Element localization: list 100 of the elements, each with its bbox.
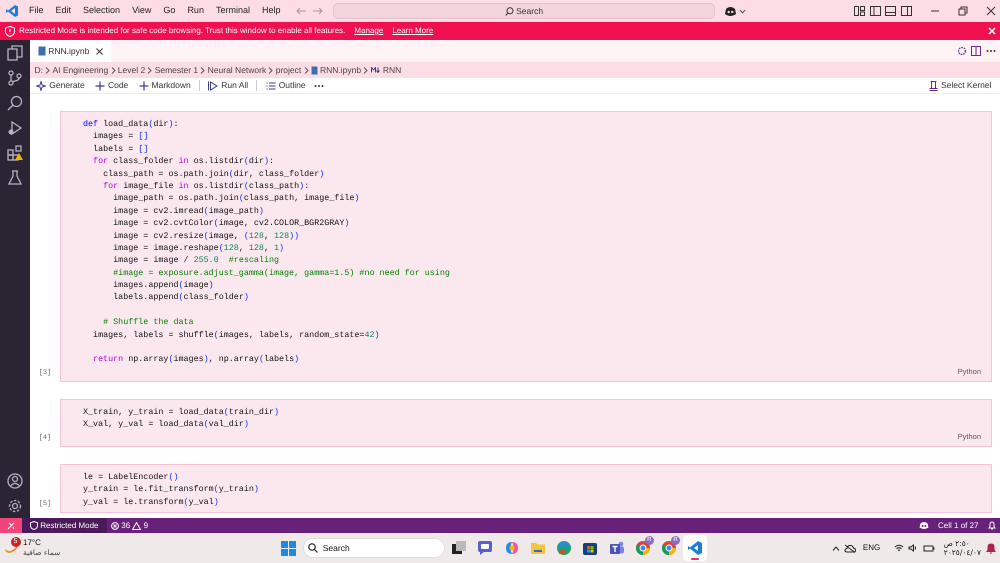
cloud-off-icon[interactable] [844,544,856,552]
temperature[interactable]: 17°C [23,538,60,548]
code-line: image = cv2.cvtColor(image, cv2.COLOR_BGR2GRAY) [112,217,350,230]
breadcrumb-item[interactable]: D: [34,64,43,76]
cell-position[interactable]: Cell 1 of 27 [938,520,978,532]
plus-icon [94,80,105,90]
teams-icon [608,539,626,557]
extensions-warning-icon[interactable] [7,144,23,160]
bell-icon[interactable] [988,521,996,530]
explorer-icon[interactable] [7,44,23,60]
breadcrumb-item[interactable]: RNN [382,64,402,76]
breadcrumb-item[interactable]: AI Engineering [52,64,108,76]
select-kernel-button[interactable]: Select Kernel [924,79,996,92]
wifi-icon[interactable] [894,544,904,552]
more-icon[interactable] [314,84,324,88]
account-icon[interactable] [7,472,23,488]
menu-item[interactable]: Terminal [210,4,256,18]
code-line: labels.append(class_folder) [112,291,250,304]
chat-icon [476,539,494,557]
command-center-search[interactable]: Search [332,3,715,19]
toolbar-button[interactable]: Markdown [134,79,195,92]
code-line: X_train, y_train = load_data(train_dir) [83,406,280,418]
restore-icon[interactable] [958,6,968,16]
code-line: y_train = le.fit_transform(y_train) [83,483,260,496]
split-editor-icon[interactable] [971,46,981,56]
code-cell[interactable] [60,111,992,382]
code-line: for class_folder in os.listdir(dir): [92,155,276,168]
notification-bell-icon[interactable] [986,542,996,554]
breadcrumb-item[interactable]: Semester 1 [154,64,198,76]
search-icon [308,543,318,553]
vscode-icon [686,539,704,557]
toolbar-button[interactable]: Generate [32,79,89,92]
copilot-icon[interactable] [919,521,930,530]
settings-icon[interactable] [7,498,23,514]
volume-icon[interactable] [908,544,918,552]
breadcrumb-item[interactable]: project [276,64,302,76]
search-icon [504,6,514,16]
flask-icon[interactable] [7,170,23,186]
chevron-down-icon[interactable] [739,8,746,14]
run-debug-icon[interactable] [7,120,23,136]
chevron-right-icon [363,66,368,74]
code-line: image = image.reshape(128, 128, 1) [112,242,286,254]
chrome-icon [660,539,678,557]
remote-button[interactable] [0,518,22,533]
menu-item[interactable]: Go [157,4,182,18]
code-line: for image_file in os.listdir(class_path): [102,180,310,192]
breadcrumb-item[interactable]: Neural Network [208,64,266,76]
chevron-right-icon [110,66,116,74]
taskbar-search[interactable]: Search [302,538,445,558]
settings-icon[interactable] [956,46,966,56]
breadcrumb-item[interactable]: RNN.ipynb [320,64,362,76]
customize-layout-icon[interactable] [854,6,865,16]
search-icon[interactable] [7,94,23,110]
toolbar-button[interactable]: Outline [262,79,310,92]
code-line: X_val, y_val = load_data(val_dir) [83,418,250,431]
code-cell[interactable]: le = LabelEncoder() y_train = le.fit_transform(y_train) y_val = le.transform(y_val) [60,464,992,514]
code-line: # Shuffle the data [102,316,195,329]
code-line: image = cv2.imread(image_path) [112,204,265,218]
editor-tab[interactable]: RNN.ipynb [30,40,112,62]
browser-icon [555,539,573,557]
toolbar-button[interactable]: Run All [204,79,252,92]
copilot-icon[interactable] [724,6,737,16]
kernel-icon [928,80,938,90]
chevron-up-icon[interactable] [832,546,840,550]
input-language[interactable]: ENG [862,542,880,554]
chrome-icon [634,539,652,557]
warning-icon [132,522,142,530]
menu-item[interactable]: View [126,4,158,18]
list-icon [266,80,276,90]
code-line: class_path = os.path.join(dir, class_folder) [102,168,326,180]
error-icon [111,522,119,530]
code-line: image_path = os.path.join(class_path, image_file) [112,192,360,205]
menu-item[interactable]: Selection [77,4,126,18]
toolbar-button[interactable]: Code [90,79,132,92]
restricted-mode-button[interactable]: Restricted Mode [22,518,106,533]
chevron-right-icon [304,66,308,74]
banner-link[interactable]: Learn More [392,25,434,37]
menu-item[interactable]: Help [256,4,286,18]
panel-toggle-icon[interactable] [885,6,896,16]
sidebar-toggle-icon[interactable] [870,6,880,16]
menu-item[interactable]: Run [181,4,210,18]
chevron-right-icon [45,66,50,74]
breadcrumb-item[interactable]: Level 2 [118,64,146,76]
code-line: images.append(image) [112,279,215,292]
menu-item[interactable]: Edit [50,4,78,18]
more-icon[interactable] [986,49,996,53]
close-icon[interactable] [986,6,996,16]
battery-icon[interactable] [922,544,935,552]
menu-item[interactable]: File [23,4,50,18]
close-icon[interactable] [96,48,104,54]
secondary-sidebar-icon[interactable] [900,6,912,16]
problems-button[interactable]: 36 9 [111,520,148,532]
markdown-icon [370,67,381,73]
sparkle-icon [36,80,46,90]
notebook-icon [310,66,318,74]
code-line: images = [] [92,130,150,143]
code-line: #image = exposure.adjust_gamma(image, gamma=1.5) #no need for using [112,266,451,280]
notebook-icon [38,46,46,56]
banner-link[interactable]: Manage [354,25,384,37]
source-control-icon[interactable] [7,70,23,86]
